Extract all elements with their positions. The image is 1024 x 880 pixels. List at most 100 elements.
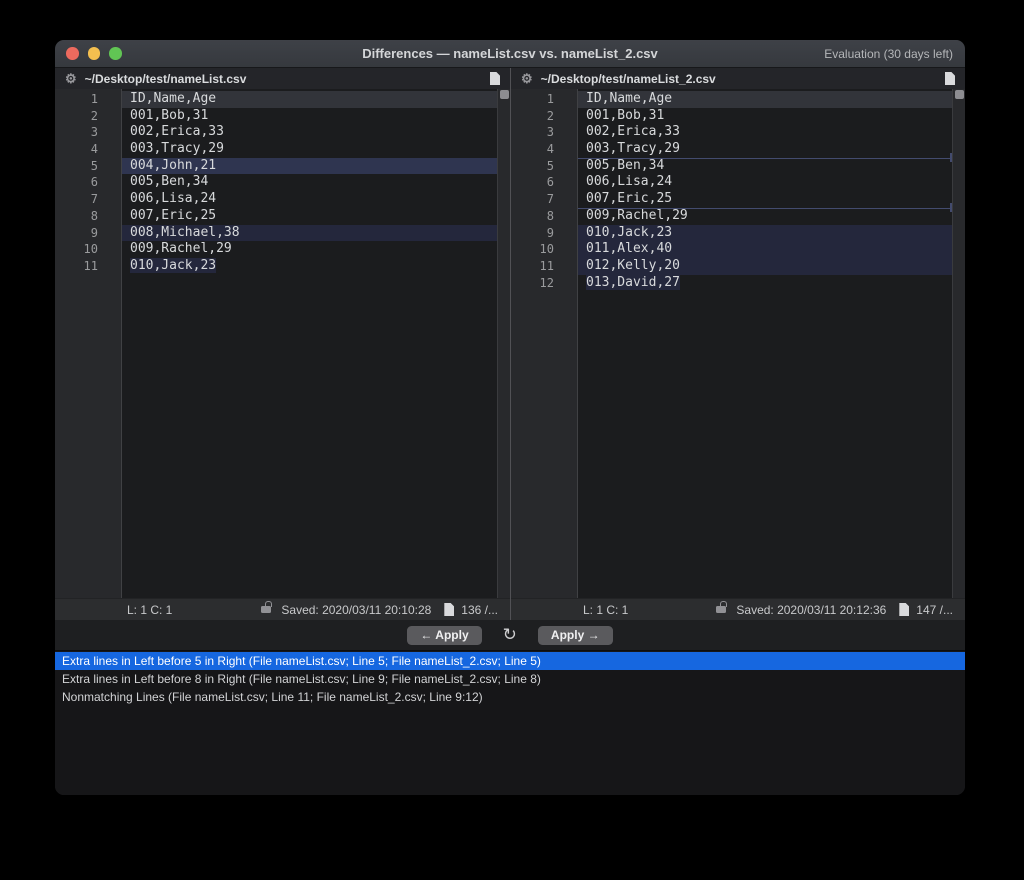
code-line[interactable]: 5004,John,21 xyxy=(55,158,497,175)
code-line[interactable]: 3002,Erica,33 xyxy=(55,124,497,141)
line-number: 11 xyxy=(55,258,122,275)
line-text: 010,Jack,23 xyxy=(578,225,952,242)
code-line[interactable]: 2001,Bob,31 xyxy=(511,108,952,125)
line-number: 3 xyxy=(55,124,122,141)
code-line[interactable]: 4003,Tracy,29 xyxy=(55,141,497,158)
code-line[interactable]: 6006,Lisa,24 xyxy=(511,174,952,191)
document-icon[interactable] xyxy=(490,72,500,85)
right-file-path: ~/Desktop/test/nameList_2.csv xyxy=(541,72,937,86)
right-editor[interactable]: 1ID,Name,Age2001,Bob,313002,Erica,334003… xyxy=(511,89,965,598)
line-number: 1 xyxy=(511,91,578,108)
line-number: 5 xyxy=(55,158,122,175)
left-file-path: ~/Desktop/test/nameList.csv xyxy=(85,72,482,86)
document-icon xyxy=(899,603,909,616)
document-icon[interactable] xyxy=(945,72,955,85)
left-editor[interactable]: 1ID,Name,Age2001,Bob,313002,Erica,334003… xyxy=(55,89,510,598)
left-pane-header: ⚙ ~/Desktop/test/nameList.csv xyxy=(55,68,510,89)
line-number: 7 xyxy=(511,191,578,208)
cursor-position: L: 1 C: 1 xyxy=(127,603,172,617)
code-line[interactable]: 8007,Eric,25 xyxy=(55,208,497,225)
apply-toolbar: ← Apply ↻ Apply → xyxy=(55,620,965,650)
diff-list-item[interactable]: Nonmatching Lines (File nameList.csv; Li… xyxy=(55,688,965,706)
left-status-bar: L: 1 C: 1 Saved: 2020/03/11 20:10:28 136… xyxy=(55,598,510,620)
left-scrollbar[interactable] xyxy=(497,89,510,598)
line-text: 011,Alex,40 xyxy=(578,241,952,258)
document-icon xyxy=(444,603,454,616)
diff-list-item[interactable]: Extra lines in Left before 5 in Right (F… xyxy=(55,652,965,670)
line-text: 005,Ben,34 xyxy=(122,174,497,191)
line-text: 004,John,21 xyxy=(122,158,497,175)
line-text: 010,Jack,23 xyxy=(122,258,497,275)
gear-icon[interactable]: ⚙ xyxy=(65,72,77,85)
line-text: 012,Kelly,20 xyxy=(578,258,952,275)
line-number: 4 xyxy=(511,141,578,158)
saved-timestamp: Saved: 2020/03/11 20:10:28 xyxy=(281,603,431,617)
unlock-icon[interactable] xyxy=(261,606,271,613)
line-text: 001,Bob,31 xyxy=(122,108,497,125)
code-line[interactable]: 11012,Kelly,20 xyxy=(511,258,952,275)
code-line[interactable]: 1ID,Name,Age xyxy=(55,91,497,108)
line-text: 007,Eric,25 xyxy=(122,208,497,225)
editor-panes: ⚙ ~/Desktop/test/nameList.csv 1ID,Name,A… xyxy=(55,68,965,620)
right-pane: ⚙ ~/Desktop/test/nameList_2.csv 1ID,Name… xyxy=(510,68,965,620)
file-size: 136 /... xyxy=(461,603,498,617)
diff-app-window: Differences — nameList.csv vs. nameList_… xyxy=(55,40,965,795)
file-size: 147 /... xyxy=(916,603,953,617)
line-number: 5 xyxy=(511,158,578,175)
line-number: 10 xyxy=(511,241,578,258)
right-scrollbar[interactable] xyxy=(952,89,965,598)
code-line[interactable]: 9008,Michael,38 xyxy=(55,225,497,242)
line-number: 10 xyxy=(55,241,122,258)
code-line[interactable]: 5005,Ben,34 xyxy=(511,158,952,175)
code-line[interactable]: 7007,Eric,25 xyxy=(511,191,952,208)
code-line[interactable]: 11010,Jack,23 xyxy=(55,258,497,275)
code-line[interactable]: 10009,Rachel,29 xyxy=(55,241,497,258)
left-scrollbar-thumb[interactable] xyxy=(500,90,509,99)
line-number: 11 xyxy=(511,258,578,275)
apply-right-button[interactable]: Apply → xyxy=(538,626,613,645)
line-number: 9 xyxy=(55,225,122,242)
line-number: 6 xyxy=(511,174,578,191)
right-pane-header: ⚙ ~/Desktop/test/nameList_2.csv xyxy=(511,68,965,89)
refresh-icon[interactable]: ↻ xyxy=(503,627,517,644)
line-text: 005,Ben,34 xyxy=(578,158,952,175)
line-number: 1 xyxy=(55,91,122,108)
diff-list-item[interactable]: Extra lines in Left before 8 in Right (F… xyxy=(55,670,965,688)
code-line[interactable]: 9010,Jack,23 xyxy=(511,225,952,242)
line-number: 8 xyxy=(55,208,122,225)
line-number: 4 xyxy=(55,141,122,158)
right-code-area: 1ID,Name,Age2001,Bob,313002,Erica,334003… xyxy=(511,89,952,598)
line-number: 2 xyxy=(511,108,578,125)
code-line[interactable]: 4003,Tracy,29 xyxy=(511,141,952,158)
title-bar: Differences — nameList.csv vs. nameList_… xyxy=(55,40,965,68)
line-text: 002,Erica,33 xyxy=(578,124,952,141)
line-text: 009,Rachel,29 xyxy=(122,241,497,258)
line-number: 7 xyxy=(55,191,122,208)
left-code-area: 1ID,Name,Age2001,Bob,313002,Erica,334003… xyxy=(55,89,497,598)
code-line[interactable]: 2001,Bob,31 xyxy=(55,108,497,125)
code-line[interactable]: 6005,Ben,34 xyxy=(55,174,497,191)
line-text: 006,Lisa,24 xyxy=(122,191,497,208)
line-number: 3 xyxy=(511,124,578,141)
code-line[interactable]: 8009,Rachel,29 xyxy=(511,208,952,225)
line-text: 003,Tracy,29 xyxy=(122,141,497,158)
cursor-position: L: 1 C: 1 xyxy=(583,603,628,617)
line-text: ID,Name,Age xyxy=(122,91,497,108)
line-text: 007,Eric,25 xyxy=(578,191,952,208)
unlock-icon[interactable] xyxy=(716,606,726,613)
code-line[interactable]: 10011,Alex,40 xyxy=(511,241,952,258)
line-text: 009,Rachel,29 xyxy=(578,208,952,225)
code-line[interactable]: 7006,Lisa,24 xyxy=(55,191,497,208)
gear-icon[interactable]: ⚙ xyxy=(521,72,533,85)
code-line[interactable]: 3002,Erica,33 xyxy=(511,124,952,141)
evaluation-badge: Evaluation (30 days left) xyxy=(824,47,953,61)
right-scrollbar-thumb[interactable] xyxy=(955,90,964,99)
line-number: 12 xyxy=(511,275,578,292)
code-line[interactable]: 1ID,Name,Age xyxy=(511,91,952,108)
code-line[interactable]: 12013,David,27 xyxy=(511,275,952,292)
line-text: ID,Name,Age xyxy=(578,91,952,108)
apply-left-button[interactable]: ← Apply xyxy=(407,626,481,645)
line-number: 6 xyxy=(55,174,122,191)
difference-list: Extra lines in Left before 5 in Right (F… xyxy=(55,650,965,795)
line-number: 9 xyxy=(511,225,578,242)
